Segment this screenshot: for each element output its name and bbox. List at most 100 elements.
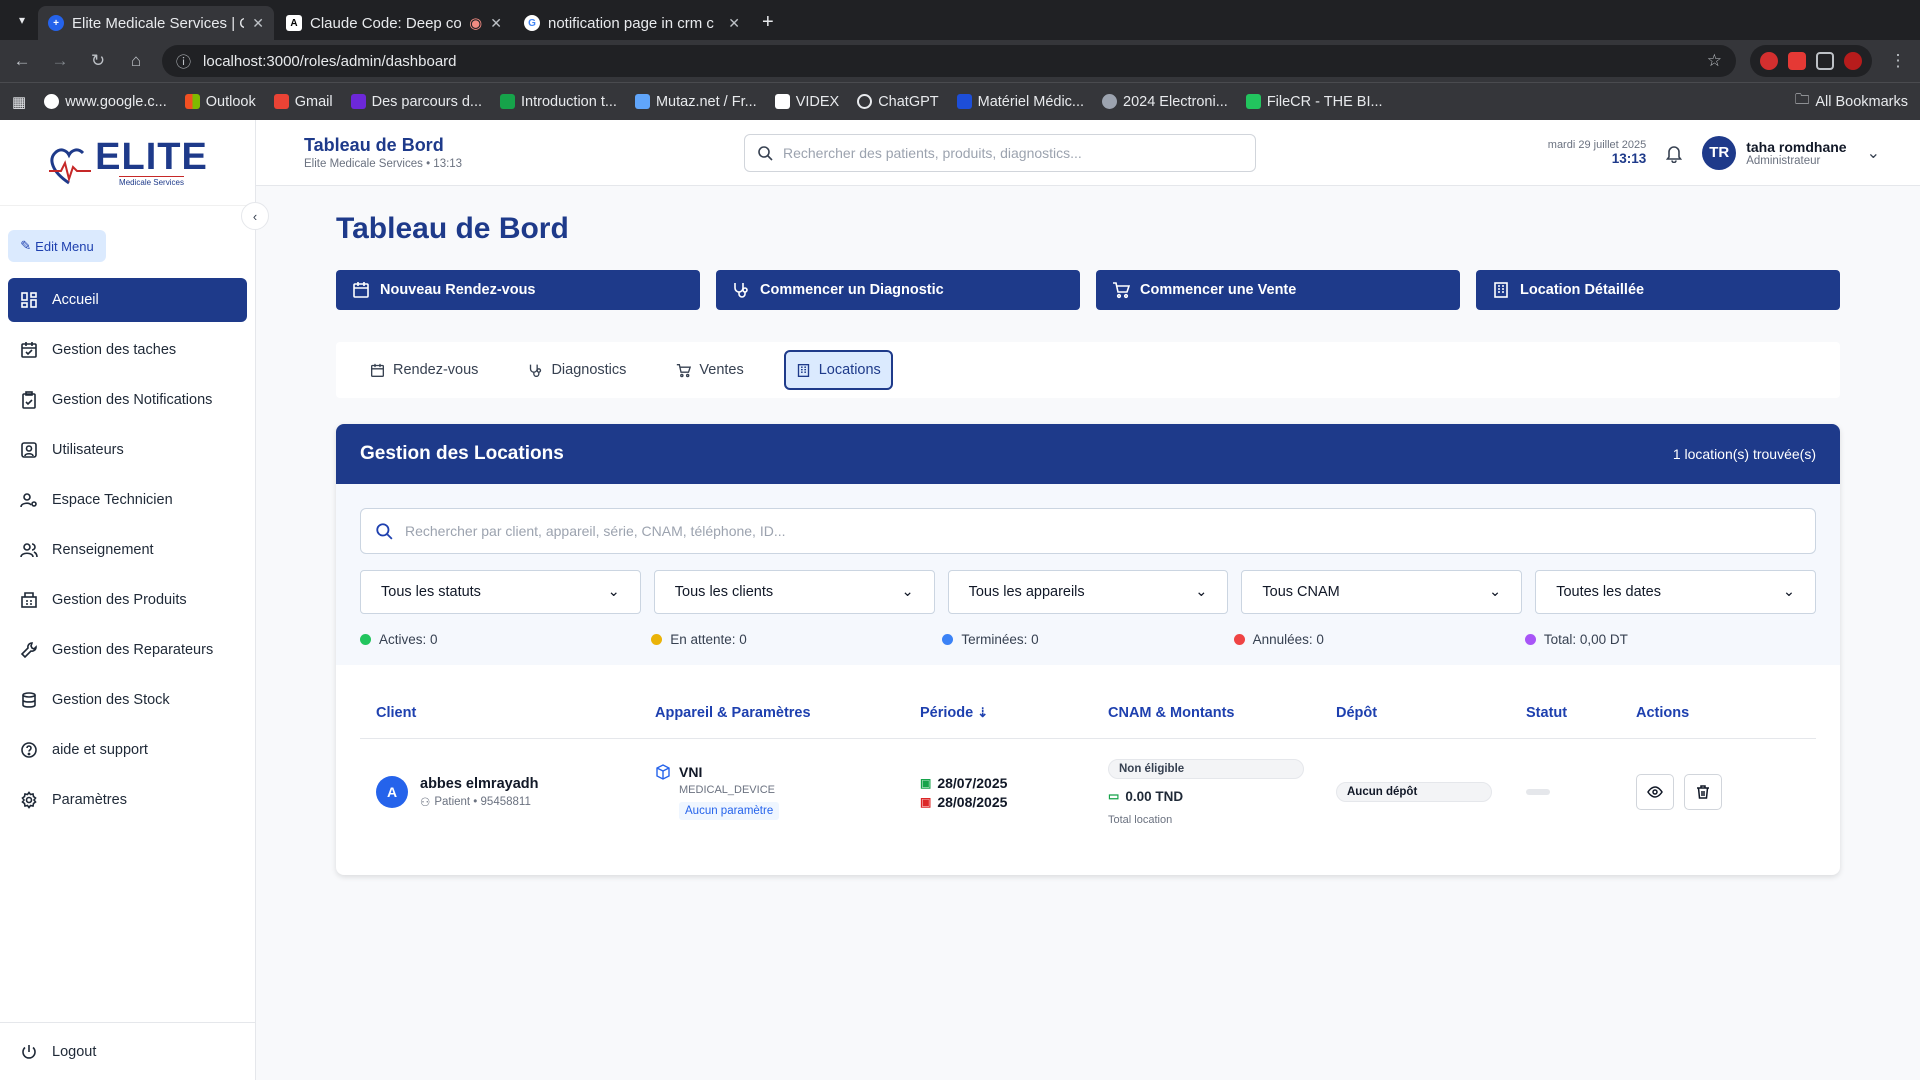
close-tab-icon[interactable]: ✕ <box>490 15 502 32</box>
cnam-filter-select[interactable]: Tous CNAM ⌄ <box>1241 570 1523 614</box>
logout-button[interactable]: Logout <box>0 1022 255 1080</box>
pencil-icon: ✎ <box>20 238 32 253</box>
status-filter-select[interactable]: Tous les statuts ⌄ <box>360 570 641 614</box>
settings-icon <box>21 791 37 809</box>
sidebar-item-notifications[interactable]: Gestion des Notifications <box>8 378 247 422</box>
table-row[interactable]: A abbes elmrayadh ⚇ Patient • 95458811 V… <box>360 739 1816 845</box>
sidebar-item-accueil[interactable]: Accueil <box>8 278 247 322</box>
bookmark[interactable]: Mutaz.net / Fr... <box>634 94 757 110</box>
date-filter-select[interactable]: Toutes les dates ⌄ <box>1535 570 1816 614</box>
forward-icon[interactable]: → <box>48 51 72 71</box>
extension-icon[interactable] <box>1760 52 1778 70</box>
back-icon[interactable]: ← <box>10 51 34 71</box>
all-bookmarks[interactable]: 🗀 All Bookmarks <box>1795 89 1908 114</box>
bookmark-star-icon[interactable]: ☆ <box>1707 51 1722 71</box>
global-search-input[interactable]: Rechercher des patients, produits, diagn… <box>744 134 1256 172</box>
sidebar-item-utilisateurs[interactable]: Utilisateurs <box>8 428 247 472</box>
column-header-appareil[interactable]: Appareil & Paramètres <box>655 705 920 721</box>
view-button[interactable] <box>1636 774 1674 810</box>
search-icon <box>758 146 773 161</box>
column-header-statut[interactable]: Statut <box>1526 705 1636 721</box>
edit-menu-button[interactable]: ✎ Edit Menu <box>8 230 106 262</box>
locations-search-input[interactable]: Rechercher par client, appareil, série, … <box>360 508 1816 554</box>
sidebar-item-label: Accueil <box>52 292 99 308</box>
bookmark[interactable]: Des parcours d... <box>350 94 482 110</box>
reload-icon[interactable]: ↻ <box>86 51 110 71</box>
logo[interactable]: ELITE Medicale Services <box>0 120 255 206</box>
tab-ventes[interactable]: Ventes <box>666 350 753 390</box>
sidebar-item-label: Espace Technicien <box>52 492 173 508</box>
sidebar-item-label: Gestion des Notifications <box>52 392 213 408</box>
bookmark[interactable]: Matériel Médic... <box>956 94 1084 110</box>
bookmark[interactable]: VIDEX <box>774 94 839 110</box>
site-favicon-icon: + <box>48 15 64 31</box>
money-icon: ▭ <box>1108 789 1120 803</box>
stat-label: Actives: 0 <box>379 632 438 647</box>
browser-tab[interactable]: A Claude Code: Deep co ◉ ✕ <box>276 6 512 40</box>
delete-button[interactable] <box>1684 774 1722 810</box>
stat-actives: Actives: 0 <box>360 632 651 647</box>
user-menu[interactable]: TR taha romdhane Administrateur ⌄ <box>1702 135 1880 170</box>
sidebar-item-reparateurs[interactable]: Gestion des Reparateurs <box>8 628 247 672</box>
header-subtitle: Elite Medicale Services • 13:13 <box>304 158 463 170</box>
tab-title: Claude Code: Deep co <box>310 14 462 32</box>
sidebar-item-produits[interactable]: Gestion des Produits <box>8 578 247 622</box>
sidebar-item-renseignement[interactable]: Renseignement <box>8 528 247 572</box>
detailed-rental-button[interactable]: Location Détaillée <box>1476 270 1840 310</box>
tab-locations[interactable]: Locations <box>783 350 893 390</box>
tab-rendez-vous[interactable]: Rendez-vous <box>360 350 488 390</box>
close-tab-icon[interactable]: ✕ <box>252 15 264 32</box>
column-header-depot[interactable]: Dépôt <box>1336 705 1526 721</box>
browser-tab[interactable]: G notification page in crm c ✕ <box>514 6 750 40</box>
device-filter-select[interactable]: Tous les appareils ⌄ <box>947 570 1229 614</box>
site-info-icon[interactable]: ⓘ <box>176 51 191 72</box>
search-placeholder: Rechercher des patients, produits, diagn… <box>783 145 1082 161</box>
bell-icon[interactable] <box>1664 143 1684 163</box>
table-header: Client Appareil & Paramètres Période ⇣ C… <box>360 687 1816 739</box>
home-icon[interactable]: ⌂ <box>124 51 148 71</box>
close-tab-icon[interactable]: ✕ <box>728 15 740 32</box>
tab-title: Elite Medicale Services | C <box>72 14 245 32</box>
params-chip: Aucun paramètre <box>679 802 780 820</box>
tab-diagnostics[interactable]: Diagnostics <box>518 350 636 390</box>
stat-label: En attente: 0 <box>670 632 747 647</box>
status-dot <box>1524 634 1536 645</box>
bookmark[interactable]: Outlook <box>184 94 256 110</box>
extension-icon[interactable] <box>1788 52 1806 70</box>
profile-icon[interactable] <box>1844 52 1862 70</box>
new-tab-icon[interactable]: + <box>752 11 784 34</box>
puzzle-icon[interactable] <box>1816 52 1834 70</box>
bookmark[interactable]: ChatGPT <box>857 94 939 110</box>
browser-tab[interactable]: + Elite Medicale Services | C ✕ <box>38 6 274 40</box>
start-diagnostic-button[interactable]: Commencer un Diagnostic <box>716 270 1080 310</box>
bookmark-label: www.google.c... <box>65 93 167 110</box>
new-appointment-button[interactable]: Nouveau Rendez-vous <box>336 270 700 310</box>
bookmark[interactable]: Gmail <box>273 93 333 110</box>
stat-en-attente: En attente: 0 <box>651 632 942 647</box>
tab-search-icon[interactable]: ▾ <box>8 6 36 34</box>
browser-menu-icon[interactable]: ⋮ <box>1886 51 1910 71</box>
apps-grid-icon[interactable]: ▦ <box>12 93 26 111</box>
sidebar-item-parametres[interactable]: Paramètres <box>8 778 247 822</box>
column-header-cnam[interactable]: CNAM & Montants <box>1108 705 1336 721</box>
bookmark[interactable]: Introduction t... <box>500 94 617 110</box>
client-filter-select[interactable]: Tous les clients ⌄ <box>653 570 935 614</box>
start-sale-button[interactable]: Commencer une Vente <box>1096 270 1460 310</box>
sidebar-item-taches[interactable]: Gestion des taches <box>8 328 247 372</box>
sidebar-item-stock[interactable]: Gestion des Stock <box>8 678 247 722</box>
column-header-client[interactable]: Client <box>360 705 655 721</box>
locations-title: Gestion des Locations <box>360 443 564 464</box>
bookmark-label: Gmail <box>294 93 333 110</box>
sort-icon: ⇣ <box>977 704 989 720</box>
sidebar-item-technicien[interactable]: Espace Technicien <box>8 478 247 522</box>
client-subtitle: Patient • 95458811 <box>434 795 531 808</box>
bookmark[interactable]: 2024 Electroni... <box>1102 94 1228 110</box>
collapse-sidebar-button[interactable]: ‹ <box>241 202 269 230</box>
sidebar-item-label: Paramètres <box>52 792 127 808</box>
browser-toolbar: ← → ↻ ⌂ ⓘ localhost:3000/roles/admin/das… <box>0 40 1920 82</box>
address-bar[interactable]: ⓘ localhost:3000/roles/admin/dashboard ☆ <box>162 45 1736 77</box>
bookmark[interactable]: FileCR - THE BI... <box>1245 94 1383 110</box>
bookmark[interactable]: www.google.c... <box>44 94 167 110</box>
column-header-periode[interactable]: Période ⇣ <box>920 705 1108 721</box>
sidebar-item-aide[interactable]: aide et support <box>8 728 247 772</box>
